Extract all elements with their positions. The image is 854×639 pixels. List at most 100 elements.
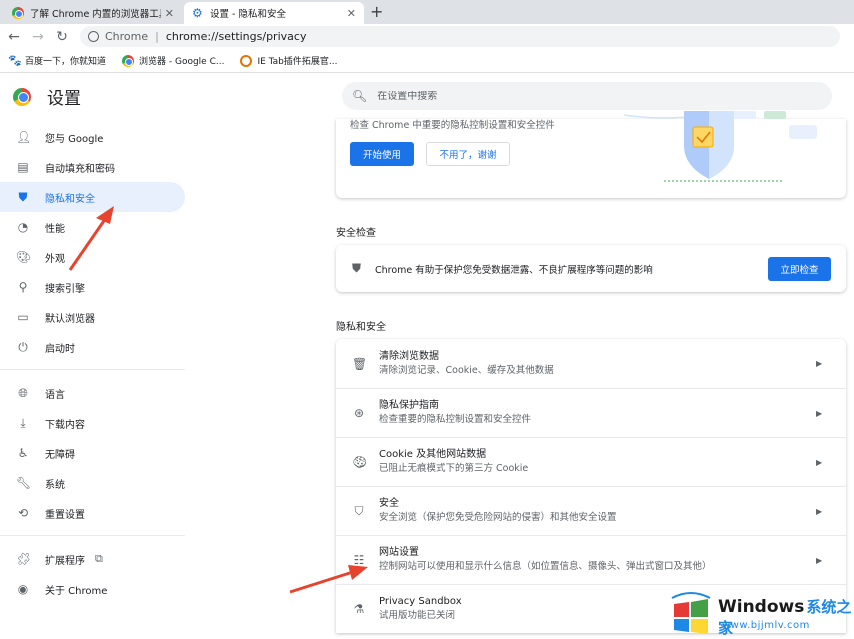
- row-subtitle: 控制网站可以使用和显示什么信息（如位置信息、摄像头、弹出式窗口及其他）: [379, 561, 712, 572]
- globe-icon: 🌐︎: [18, 385, 28, 400]
- privacy-security-heading: 隐私和安全: [336, 322, 386, 333]
- bookmark-label: 百度一下，你就知道: [25, 57, 107, 67]
- tab-chrome-tools[interactable]: 了解 Chrome 内置的浏览器工具 ✕: [4, 2, 182, 24]
- omnibox-host: Chrome: [105, 30, 149, 43]
- wrench-icon: 🔧︎: [16, 476, 32, 490]
- tab-strip: 了解 Chrome 内置的浏览器工具 ✕ ⚙ 设置 - 隐私和安全 ✕ +: [0, 0, 854, 24]
- power-icon: ⏻: [18, 339, 28, 354]
- row-cookies[interactable]: 🍪︎ Cookie 及其他网站数据 已阻止无痕模式下的第三方 Cookie ▶: [336, 437, 846, 486]
- clipboard-icon: ▤: [17, 160, 29, 174]
- accessibility-icon: ♿︎: [17, 446, 29, 460]
- sidebar-item-label: 重置设置: [45, 509, 85, 521]
- no-thanks-button[interactable]: 不用了，谢谢: [426, 142, 510, 166]
- toolbar: ← → ↻ Chrome | chrome://settings/privacy: [0, 24, 854, 49]
- new-tab-button[interactable]: +: [370, 2, 383, 21]
- chrome-icon: [12, 7, 24, 19]
- chevron-right-icon: ▶: [816, 457, 823, 467]
- chrome-page-icon: [88, 31, 99, 42]
- address-bar[interactable]: Chrome | chrome://settings/privacy: [80, 26, 840, 47]
- sidebar-item-reset[interactable]: ⟲ 重置设置: [0, 498, 185, 528]
- row-subtitle: 检查重要的隐私控制设置和安全控件: [379, 414, 532, 425]
- row-security[interactable]: ⛉ 安全 安全浏览（保护您免受危险网站的侵害）和其他安全设置 ▶: [336, 486, 846, 535]
- search-input[interactable]: [377, 90, 778, 102]
- search-icon: 🔍︎: [352, 89, 368, 103]
- tab-title: 设置 - 隐私和安全: [210, 9, 286, 20]
- open-in-new-icon: ⧉: [95, 552, 103, 565]
- get-started-button[interactable]: 开始使用: [350, 142, 414, 166]
- row-site-settings[interactable]: ☷ 网站设置 控制网站可以使用和显示什么信息（如位置信息、摄像头、弹出式窗口及其…: [336, 535, 846, 584]
- row-subtitle: 安全浏览（保护您免受危险网站的侵害）和其他安全设置: [379, 512, 617, 523]
- bookmark-google-chrome[interactable]: 浏览器 - Google C...: [122, 54, 224, 67]
- chevron-right-icon: ▶: [816, 408, 823, 418]
- close-icon[interactable]: ✕: [165, 7, 174, 20]
- sidebar-item-you-and-google[interactable]: 👤︎ 您与 Google: [0, 122, 185, 152]
- omnibox-url[interactable]: chrome://settings/privacy: [166, 30, 307, 43]
- shield-icon: ⛊: [18, 189, 28, 204]
- check-now-button[interactable]: 立即检查: [768, 257, 831, 281]
- sidebar-item-privacy[interactable]: ⛊ 隐私和安全: [0, 182, 185, 212]
- settings-search[interactable]: 🔍︎: [342, 82, 832, 110]
- tab-title: 了解 Chrome 内置的浏览器工具: [30, 9, 161, 20]
- page-title: 设置: [47, 89, 81, 109]
- compass-icon: ⊛: [353, 406, 365, 420]
- sidebar-item-search-engine[interactable]: ⚲ 搜索引擎: [0, 272, 185, 302]
- sidebar-item-on-startup[interactable]: ⏻ 启动时: [0, 332, 185, 362]
- row-privacy-guide[interactable]: ⊛ 隐私保护指南 检查重要的隐私控制设置和安全控件 ▶: [336, 388, 846, 437]
- sidebar-item-accessibility[interactable]: ♿︎ 无障碍: [0, 438, 185, 468]
- sidebar: 👤︎ 您与 Google ▤ 自动填充和密码 ⛊ 隐私和安全 ◔ 性能 🎨︎ 外…: [0, 122, 185, 604]
- close-icon[interactable]: ✕: [347, 7, 356, 20]
- sidebar-item-appearance[interactable]: 🎨︎ 外观: [0, 242, 185, 272]
- puzzle-icon: 🧩︎: [16, 552, 32, 566]
- sidebar-item-label: 语言: [45, 389, 65, 401]
- sidebar-item-extensions[interactable]: 🧩︎ 扩展程序 ⧉: [0, 544, 185, 574]
- chevron-right-icon: ▶: [816, 555, 823, 565]
- back-arrow-icon[interactable]: ←: [2, 29, 26, 45]
- sidebar-item-label: 自动填充和密码: [45, 163, 115, 175]
- bookmark-ie-tab[interactable]: IE Tab插件拓展官...: [240, 54, 337, 67]
- paw-icon: 🐾: [8, 53, 22, 67]
- safety-check-text: Chrome 有助于保护您免受数据泄露、不良扩展程序等问题的影响: [375, 264, 653, 276]
- sidebar-item-label: 关于 Chrome: [45, 585, 108, 597]
- sidebar-divider: [0, 535, 185, 536]
- sidebar-item-downloads[interactable]: ⤓ 下载内容: [0, 408, 185, 438]
- sidebar-item-label: 启动时: [45, 343, 75, 355]
- chrome-icon: [122, 54, 135, 67]
- privacy-guide-illustration-icon: [624, 111, 817, 182]
- forward-arrow-icon[interactable]: →: [26, 29, 50, 45]
- reset-icon: ⟲: [17, 506, 29, 520]
- chrome-logo-icon: [13, 87, 31, 106]
- omnibox-separator: |: [155, 30, 159, 43]
- sidebar-item-label: 默认浏览器: [45, 313, 95, 325]
- promo-description: 检查 Chrome 中重要的隐私控制设置和安全控件: [350, 120, 555, 131]
- sidebar-item-system[interactable]: 🔧︎ 系统: [0, 468, 185, 498]
- row-clear-browsing-data[interactable]: 🗑︎ 清除浏览数据 清除浏览记录、Cookie、缓存及其他数据 ▶: [336, 339, 846, 388]
- sidebar-item-autofill[interactable]: ▤ 自动填充和密码: [0, 152, 185, 182]
- sliders-icon: ☷: [353, 553, 365, 567]
- sidebar-item-default-browser[interactable]: ▭ 默认浏览器: [0, 302, 185, 332]
- sidebar-item-label: 外观: [45, 253, 65, 265]
- bookmarks-bar: 🐾 百度一下，你就知道 浏览器 - Google C... IE Tab插件拓展…: [0, 49, 854, 73]
- search-icon: ⚲: [18, 280, 28, 294]
- sidebar-divider: [0, 369, 185, 370]
- speedometer-icon: ◔: [17, 220, 29, 234]
- sidebar-item-about-chrome[interactable]: ◉ 关于 Chrome: [0, 574, 185, 604]
- trash-icon: 🗑︎: [352, 356, 368, 371]
- windows-logo-icon: [671, 592, 711, 634]
- flask-icon: ⚗: [353, 602, 365, 616]
- safety-check-heading: 安全检查: [336, 228, 376, 239]
- palette-icon: 🎨︎: [16, 250, 32, 264]
- row-subtitle: 清除浏览记录、Cookie、缓存及其他数据: [379, 364, 554, 376]
- sidebar-item-label: 性能: [45, 223, 65, 235]
- row-title: Cookie 及其他网站数据: [379, 449, 487, 460]
- sidebar-item-languages[interactable]: 🌐︎ 语言: [0, 378, 185, 408]
- sidebar-item-label: 系统: [45, 479, 65, 491]
- tab-settings-privacy[interactable]: ⚙ 设置 - 隐私和安全 ✕: [184, 2, 364, 24]
- reload-icon[interactable]: ↻: [50, 29, 74, 45]
- chevron-right-icon: ▶: [816, 506, 823, 516]
- browser-icon: ▭: [17, 310, 29, 324]
- sidebar-item-performance[interactable]: ◔ 性能: [0, 212, 185, 242]
- safety-check-card: ⛊ Chrome 有助于保护您免受数据泄露、不良扩展程序等问题的影响 立即检查: [336, 245, 846, 292]
- bookmark-baidu[interactable]: 🐾 百度一下，你就知道: [8, 54, 106, 67]
- sidebar-item-label: 无障碍: [45, 449, 75, 461]
- watermark: Windows 系统之家 www.bjjmlv.com: [664, 588, 854, 639]
